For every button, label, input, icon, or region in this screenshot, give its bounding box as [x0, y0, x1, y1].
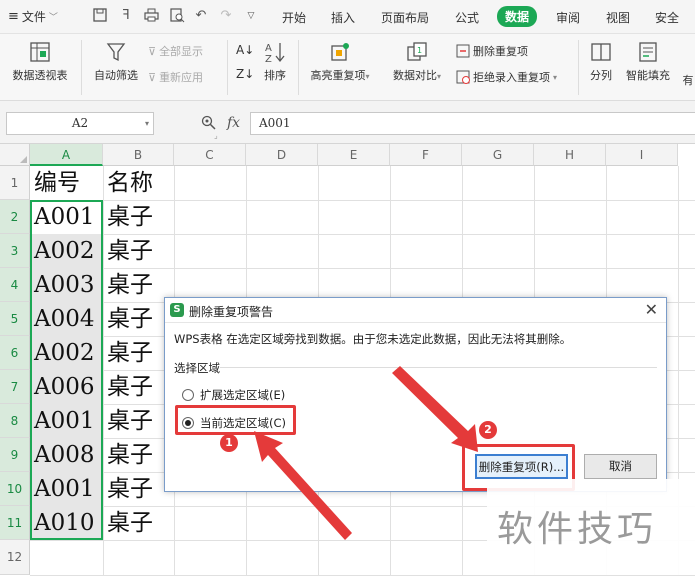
arrow-1-icon [254, 431, 352, 540]
watermark-text: 软件技巧 [497, 509, 658, 550]
arrow-2-icon [392, 366, 478, 452]
